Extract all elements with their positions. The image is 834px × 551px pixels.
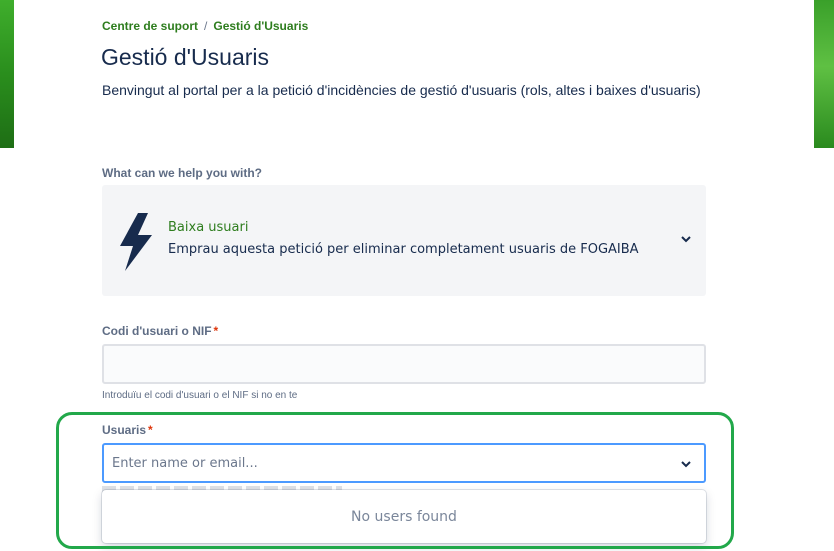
- breadcrumb-separator: /: [204, 19, 208, 33]
- breadcrumb: Centre de suport / Gestió d'Usuaris: [102, 19, 308, 33]
- users-picker-input[interactable]: Enter name or email...: [102, 443, 706, 483]
- users-label-text: Usuaris: [102, 423, 147, 437]
- page-description: Benvingut al portal per a la petició d'i…: [102, 82, 701, 98]
- user-code-helper-text: Introduïu el codi d'usuari o el NIF si n…: [102, 390, 298, 401]
- background-foliage-left: [0, 0, 14, 148]
- users-picker-placeholder: Enter name or email...: [112, 456, 258, 471]
- users-dropdown-menu: No users found: [102, 490, 706, 543]
- chevron-down-icon[interactable]: [680, 233, 692, 245]
- users-label: Usuaris *: [102, 423, 153, 437]
- chevron-down-icon[interactable]: [680, 458, 692, 470]
- user-code-label: Codi d'usuari o NIF *: [102, 324, 218, 338]
- lightning-bolt-icon: [120, 213, 152, 271]
- page-title: Gestió d'Usuaris: [101, 44, 270, 70]
- user-code-input[interactable]: [102, 344, 706, 384]
- request-type-description: Emprau aquesta petició per eliminar comp…: [168, 242, 639, 257]
- breadcrumb-link-help-center[interactable]: Centre de suport: [102, 19, 198, 33]
- request-type-title: Baixa usuari: [168, 220, 249, 235]
- background-foliage-right: [814, 0, 834, 148]
- no-users-found-message: No users found: [351, 509, 457, 525]
- required-marker: *: [148, 423, 153, 437]
- portal-card: Centre de suport / Gestió d'Usuaris Gestió…: [14, 0, 814, 551]
- user-code-label-text: Codi d'usuari o NIF: [102, 324, 212, 338]
- required-marker: *: [213, 324, 219, 338]
- request-type-selector[interactable]: Baixa usuari Emprau aquesta petició per …: [102, 185, 706, 296]
- request-type-label: What can we help you with?: [102, 166, 263, 180]
- breadcrumb-link-user-management[interactable]: Gestió d'Usuaris: [213, 19, 308, 33]
